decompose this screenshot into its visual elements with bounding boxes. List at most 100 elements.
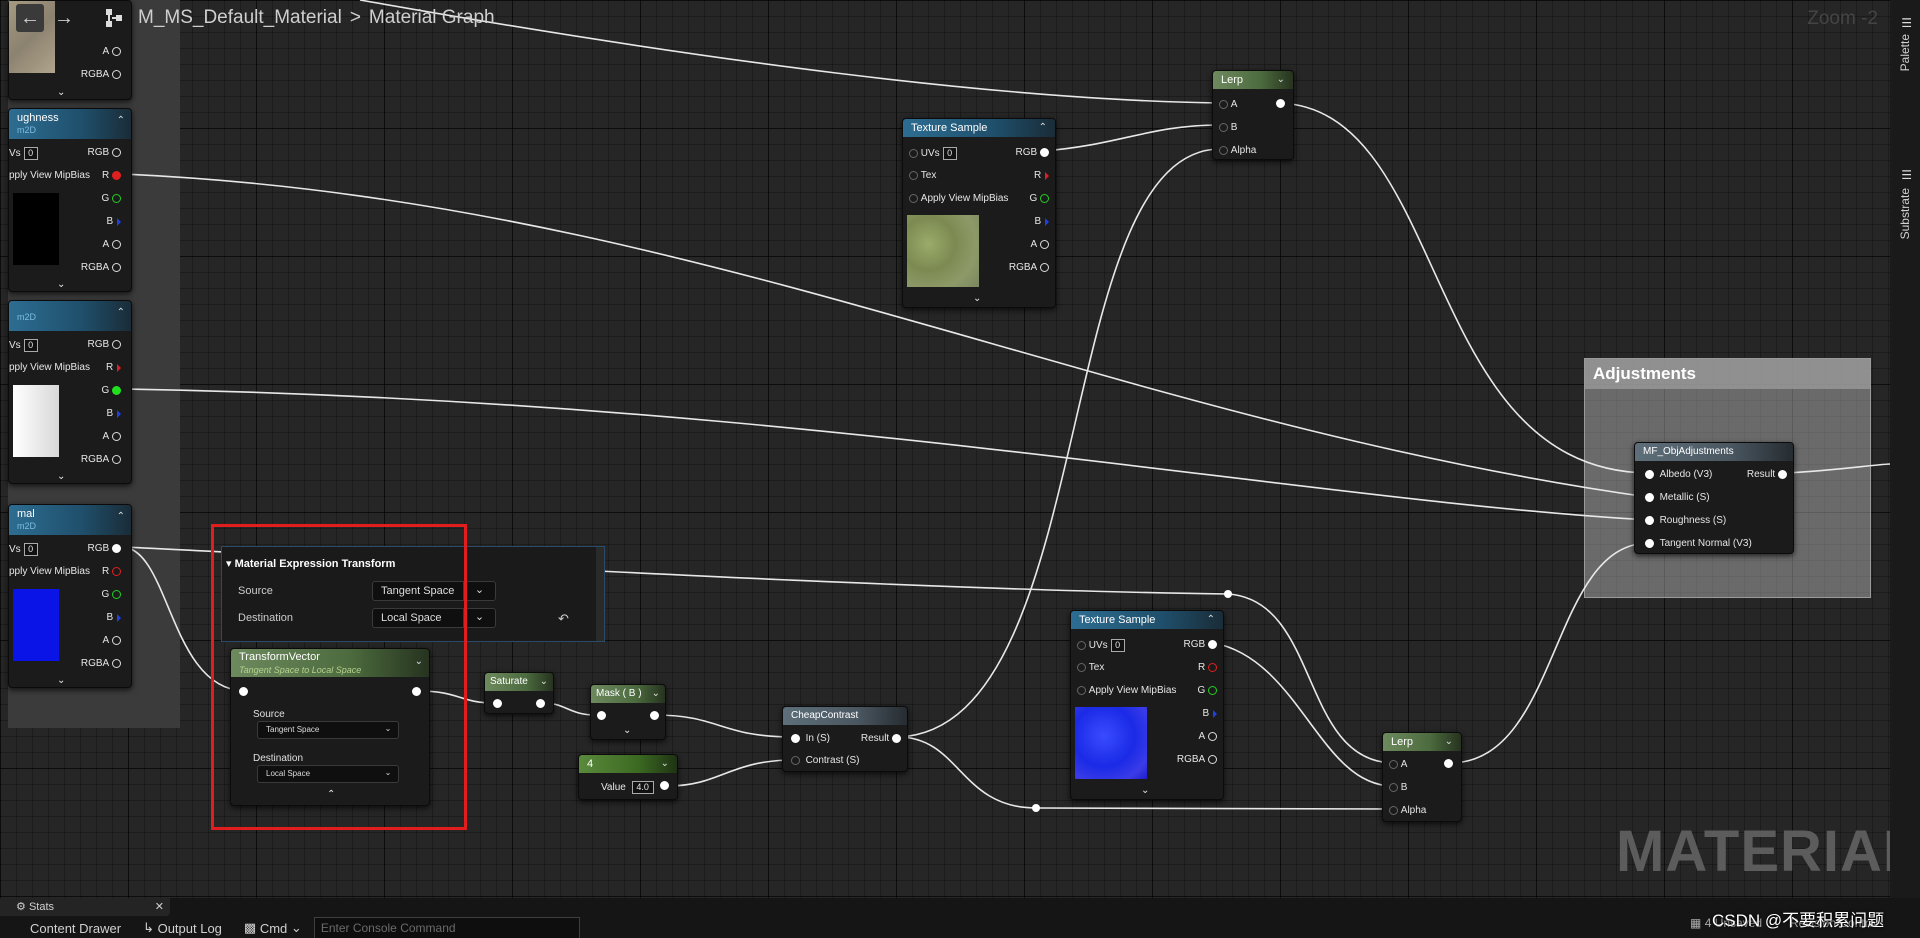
output-pin[interactable] <box>112 47 121 56</box>
input-pin[interactable] <box>1077 663 1086 672</box>
output-pin[interactable] <box>1276 99 1285 108</box>
breadcrumb-material[interactable]: M_MS_Default_Material <box>138 7 342 29</box>
output-pin[interactable] <box>1213 709 1217 718</box>
output-pin[interactable] <box>117 409 121 418</box>
constant-node[interactable]: 4 ⌄ Value 4.0 <box>578 754 678 800</box>
chevron-down-icon[interactable]: ⌄ <box>652 685 660 703</box>
chevron-down-icon[interactable]: ⌄ <box>463 581 495 601</box>
input-pin[interactable] <box>1645 516 1654 525</box>
output-pin[interactable] <box>650 711 659 720</box>
output-pin[interactable] <box>1208 663 1217 672</box>
chevron-down-icon[interactable]: ⌄ <box>540 673 548 691</box>
texture-node-metallic[interactable]: m2D ⌃ Vs 0 RGB pply View MipBias R G B A … <box>8 300 132 484</box>
lerp-node[interactable]: Lerp ⌄ A B Alpha <box>1212 70 1294 160</box>
output-pin[interactable] <box>1208 732 1217 741</box>
menu-icon[interactable]: ☰ <box>1901 168 1912 182</box>
chevron-down-icon[interactable]: ⌄ <box>57 279 65 290</box>
output-pin[interactable] <box>1040 148 1049 157</box>
input-pin[interactable] <box>1219 100 1228 109</box>
uv-index-input[interactable]: 0 <box>1110 639 1125 652</box>
output-pin[interactable] <box>1040 240 1049 249</box>
chevron-down-icon[interactable]: ⌄ <box>661 755 669 773</box>
input-pin[interactable] <box>1645 493 1654 502</box>
output-pin[interactable] <box>112 240 121 249</box>
chevron-up-icon[interactable]: ⌃ <box>117 307 125 319</box>
output-pin[interactable] <box>660 781 669 790</box>
constant-value-input[interactable]: 4.0 <box>631 781 654 794</box>
chevron-up-icon[interactable]: ⌃ <box>117 511 125 523</box>
uv-index-input[interactable]: 0 <box>23 147 38 160</box>
chevron-up-icon[interactable]: ⌃ <box>1039 119 1047 137</box>
output-pin[interactable] <box>1444 759 1453 768</box>
output-pin[interactable] <box>1045 171 1049 180</box>
texture-sample-node[interactable]: Texture Sample ⌃ UVs 0 RGB Tex R Apply Vie… <box>902 118 1056 308</box>
texture-node-normal[interactable]: mal m2D ⌃ Vs 0 RGB pply View MipBias R G … <box>8 504 132 688</box>
output-pin[interactable] <box>892 734 901 743</box>
mask-node[interactable]: Mask ( B ) ⌄ ⌄ <box>590 684 666 740</box>
input-pin[interactable] <box>909 149 918 158</box>
input-pin[interactable] <box>1389 760 1398 769</box>
texture-sample-node[interactable]: Texture Sample ⌃ UVs 0 RGB Tex R Apply Vie… <box>1070 610 1224 800</box>
output-pin[interactable] <box>536 699 545 708</box>
texture-node-roughness[interactable]: ughness m2D ⌃ Vs 0 RGB pply View MipBias … <box>8 108 132 292</box>
output-pin[interactable] <box>117 363 121 372</box>
chevron-up-icon[interactable]: ⌃ <box>1207 611 1215 629</box>
input-pin[interactable] <box>1645 470 1654 479</box>
input-pin[interactable] <box>1219 146 1228 155</box>
input-pin[interactable] <box>909 171 918 180</box>
output-pin[interactable] <box>1778 470 1787 479</box>
output-pin[interactable] <box>112 590 121 599</box>
input-pin[interactable] <box>791 734 800 743</box>
cheap-contrast-node[interactable]: CheapContrast In (S) Result Contrast (S) <box>782 706 908 772</box>
output-pin[interactable] <box>112 70 121 79</box>
output-pin[interactable] <box>117 217 121 226</box>
input-pin[interactable] <box>1389 806 1398 815</box>
output-pin[interactable] <box>112 340 121 349</box>
uv-index-input[interactable]: 0 <box>23 339 38 352</box>
output-pin[interactable] <box>1208 640 1217 649</box>
input-pin[interactable] <box>1645 539 1654 548</box>
chevron-up-icon[interactable]: ⌃ <box>117 115 125 127</box>
input-pin[interactable] <box>493 699 502 708</box>
output-pin[interactable] <box>112 659 121 668</box>
tab-palette[interactable]: Palette <box>1898 34 1912 71</box>
input-pin[interactable] <box>909 194 918 203</box>
chevron-down-icon[interactable]: ⌄ <box>1445 733 1453 751</box>
stats-tab[interactable]: ⚙ Stats ✕ <box>0 898 170 916</box>
cmd-dropdown[interactable]: ▩ Cmd ⌄ <box>244 920 302 936</box>
comment-title[interactable]: Adjustments <box>1585 359 1870 389</box>
input-pin[interactable] <box>1219 123 1228 132</box>
content-drawer-button[interactable]: Content Drawer <box>30 921 121 936</box>
tab-substrate[interactable]: Substrate <box>1898 188 1912 239</box>
menu-icon[interactable]: ☰ <box>1901 16 1912 30</box>
output-pin[interactable] <box>112 386 121 395</box>
lerp-node[interactable]: Lerp ⌄ A B Alpha <box>1382 732 1462 822</box>
output-pin[interactable] <box>117 613 121 622</box>
output-pin[interactable] <box>1208 755 1217 764</box>
output-pin[interactable] <box>1045 217 1049 226</box>
graph-hierarchy-button[interactable] <box>100 4 128 32</box>
mf-obj-adjustments-node[interactable]: MF_ObjAdjustments Albedo (V3) Result Met… <box>1634 442 1794 554</box>
input-pin[interactable] <box>791 756 800 765</box>
console-input[interactable]: Enter Console Command <box>313 917 580 938</box>
output-log-button[interactable]: ↳ Output Log <box>143 920 222 936</box>
output-pin[interactable] <box>112 432 121 441</box>
saturate-node[interactable]: Saturate ⌄ <box>484 672 554 714</box>
chevron-down-icon[interactable]: ⌄ <box>623 725 631 736</box>
output-pin[interactable] <box>112 544 121 553</box>
chevron-down-icon[interactable]: ⌄ <box>1277 71 1285 89</box>
close-icon[interactable]: ✕ <box>155 898 164 916</box>
output-pin[interactable] <box>1040 194 1049 203</box>
uv-index-input[interactable]: 0 <box>942 147 957 160</box>
back-button[interactable]: ← <box>16 4 44 32</box>
chevron-down-icon[interactable]: ⌄ <box>463 608 495 628</box>
uv-index-input[interactable]: 0 <box>23 543 38 556</box>
reset-arrow-icon[interactable]: ↶ <box>558 611 569 627</box>
output-pin[interactable] <box>1208 686 1217 695</box>
input-pin[interactable] <box>597 711 606 720</box>
chevron-down-icon[interactable]: ⌄ <box>57 471 65 482</box>
output-pin[interactable] <box>112 636 121 645</box>
output-pin[interactable] <box>112 148 121 157</box>
output-pin[interactable] <box>112 171 121 180</box>
chevron-down-icon[interactable]: ⌄ <box>1141 785 1149 796</box>
